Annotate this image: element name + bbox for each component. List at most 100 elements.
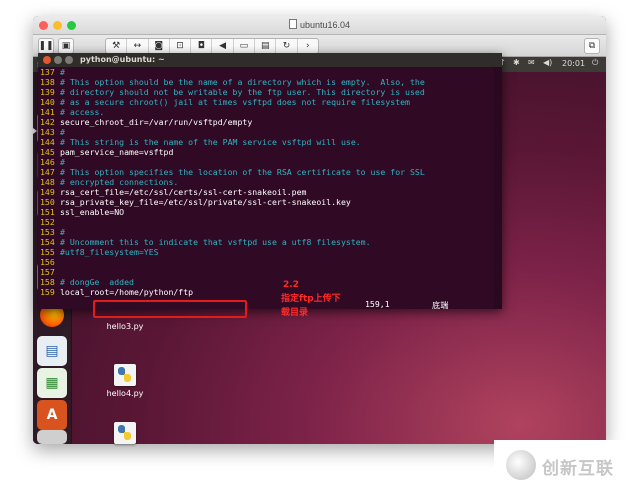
line-number: 155 xyxy=(40,247,55,257)
line-number: 153 xyxy=(40,227,55,237)
desktop-icon-partial[interactable] xyxy=(95,422,155,447)
line-number: 151 xyxy=(40,207,55,217)
volume-icon[interactable]: ◀) xyxy=(543,58,552,67)
fullscreen-button[interactable]: ⧉ xyxy=(584,38,600,54)
arrows-icon[interactable]: ↔ xyxy=(127,39,149,53)
line-number: 148 xyxy=(40,177,55,187)
mail-icon[interactable]: ✉ xyxy=(528,58,535,67)
software-center-icon[interactable]: A xyxy=(37,400,67,430)
terminal-line: 140 # as a secure chroot() jail at times … xyxy=(40,97,492,107)
line-text: # This string is the name of the PAM ser… xyxy=(60,137,361,147)
line-number: 144 xyxy=(40,137,55,147)
wrench-icon[interactable]: ⚒ xyxy=(106,39,128,53)
floppy-icon[interactable]: ▤ xyxy=(255,39,277,53)
line-text: #utf8_filesystem=YES xyxy=(60,247,159,257)
highlight-box xyxy=(93,300,247,318)
terminal-titlebar: python@ubuntu: ~ xyxy=(38,53,502,67)
line-number: 137 xyxy=(40,67,55,77)
terminal-line: 148 # encrypted connections. xyxy=(40,177,492,187)
vm-tool-group: ⚒ ↔ ◙ ⊡ ◘ ◀ ▭ ▤ ↻ › xyxy=(105,38,319,54)
settings-icon[interactable] xyxy=(37,430,67,444)
line-number: 150 xyxy=(40,197,55,207)
terminal-line: 157 xyxy=(40,267,492,277)
line-text: pam_service_name=vsftpd xyxy=(60,147,174,157)
vm-titlebar: ubuntu16.04 xyxy=(33,16,606,35)
watermark-text: 创新互联 xyxy=(542,459,614,479)
line-number: 156 xyxy=(40,257,55,267)
line-number: 159 xyxy=(40,287,55,297)
terminal-line: 159 local_root=/home/python/ftp xyxy=(40,287,492,297)
desktop-icon-hello3[interactable]: hello3.py xyxy=(95,322,155,331)
terminal-line: 139 # directory should not be writable by… xyxy=(40,87,492,97)
line-number: 143 xyxy=(40,127,55,137)
line-text: # xyxy=(60,127,65,137)
lock-icon[interactable]: ⊡ xyxy=(170,39,192,53)
line-text: rsa_private_key_file=/etc/ssl/private/ss… xyxy=(60,197,351,207)
calc-icon[interactable]: ▦ xyxy=(37,368,67,398)
camera-icon[interactable]: ◘ xyxy=(191,39,213,53)
terminal-window[interactable]: python@ubuntu: ~ 137 #138 # This option sh… xyxy=(38,53,502,310)
snapshot-icon: ▣ xyxy=(61,41,71,51)
terminal-line: 137 # xyxy=(40,67,492,77)
terminal-line: 151 ssl_enable=NO xyxy=(40,207,492,217)
line-number: 140 xyxy=(40,97,55,107)
desktop-icon-label: hello3.py xyxy=(106,322,144,331)
line-text: ssl_enable=NO xyxy=(60,207,125,217)
terminal-line: 142 secure_chroot_dir=/var/run/vsftpd/emp… xyxy=(40,117,492,127)
terminal-scrollbar[interactable] xyxy=(494,67,502,309)
terminal-line: 149 rsa_cert_file=/etc/ssl/certs/ssl-cert… xyxy=(40,187,492,197)
terminal-line: 153 # xyxy=(40,227,492,237)
terminal-maximize-button[interactable] xyxy=(65,56,73,64)
line-text: # xyxy=(60,157,65,167)
panel-clock[interactable]: 20:01 xyxy=(562,59,585,68)
line-text: # dongGe added xyxy=(60,277,134,287)
line-text: # xyxy=(60,67,65,77)
desktop-icon-label: hello4.py xyxy=(106,389,144,398)
terminal-line: 144 # This string is the name of the PAM … xyxy=(40,137,492,147)
monitor-icon[interactable]: ▭ xyxy=(234,39,256,53)
line-number: 158 xyxy=(40,277,55,287)
line-text: secure_chroot_dir=/var/run/vsftpd/empty xyxy=(60,117,253,127)
terminal-line: 152 xyxy=(40,217,492,227)
line-text: # as a secure chroot() jail at times vsf… xyxy=(60,97,410,107)
power-icon[interactable]: ⏻ xyxy=(592,58,598,68)
line-number: 138 xyxy=(40,77,55,87)
scroll-position: 底端 xyxy=(432,300,449,310)
writer-icon[interactable]: ▤ xyxy=(37,336,67,366)
bluetooth-icon[interactable]: ✱ xyxy=(513,58,520,67)
line-text: # access. xyxy=(60,107,105,117)
chevron-icon[interactable]: › xyxy=(298,39,318,53)
line-text: # Uncomment this to indicate that vsftpd… xyxy=(60,237,371,247)
annotation-line1: 指定ftp上传下 xyxy=(281,294,341,304)
terminal-close-button[interactable] xyxy=(43,56,51,64)
terminal-line: 143 # xyxy=(40,127,492,137)
terminal-minimize-button[interactable] xyxy=(54,56,62,64)
speaker-icon[interactable]: ◀ xyxy=(212,39,234,53)
vm-doc-icon xyxy=(288,19,297,29)
disk-icon[interactable]: ◙ xyxy=(149,39,170,53)
snapshot-button[interactable]: ▣ xyxy=(58,38,74,54)
vm-title: ubuntu16.04 xyxy=(33,19,606,30)
terminal-line: 154 # Uncomment this to indicate that vsf… xyxy=(40,237,492,247)
terminal-line: 138 # This option should be the name of a… xyxy=(40,77,492,87)
terminal-line: 141 # access. xyxy=(40,107,492,117)
terminal-line: 146 # xyxy=(40,157,492,167)
refresh-icon[interactable]: ↻ xyxy=(276,39,298,53)
pause-icon: ❚❚ xyxy=(38,41,54,51)
terminal-line: 156 xyxy=(40,257,492,267)
desktop-icon-hello4[interactable]: hello4.py xyxy=(95,364,155,398)
line-text: # xyxy=(60,227,65,237)
line-number: 145 xyxy=(40,147,55,157)
line-number: 146 xyxy=(40,157,55,167)
annotation-line2: 载目录 xyxy=(281,308,309,318)
annotation-step: 2.2 xyxy=(283,280,299,290)
line-number: 141 xyxy=(40,107,55,117)
line-number: 142 xyxy=(40,117,55,127)
watermark: 创新互联 xyxy=(494,440,640,492)
python-file-icon xyxy=(114,422,136,444)
line-text: # This option should be the name of a di… xyxy=(60,77,425,87)
terminal-line: 147 # This option specifies the location … xyxy=(40,167,492,177)
terminal-body[interactable]: 137 #138 # This option should be the name … xyxy=(40,67,492,309)
line-number: 154 xyxy=(40,237,55,247)
pause-button[interactable]: ❚❚ xyxy=(38,38,54,54)
